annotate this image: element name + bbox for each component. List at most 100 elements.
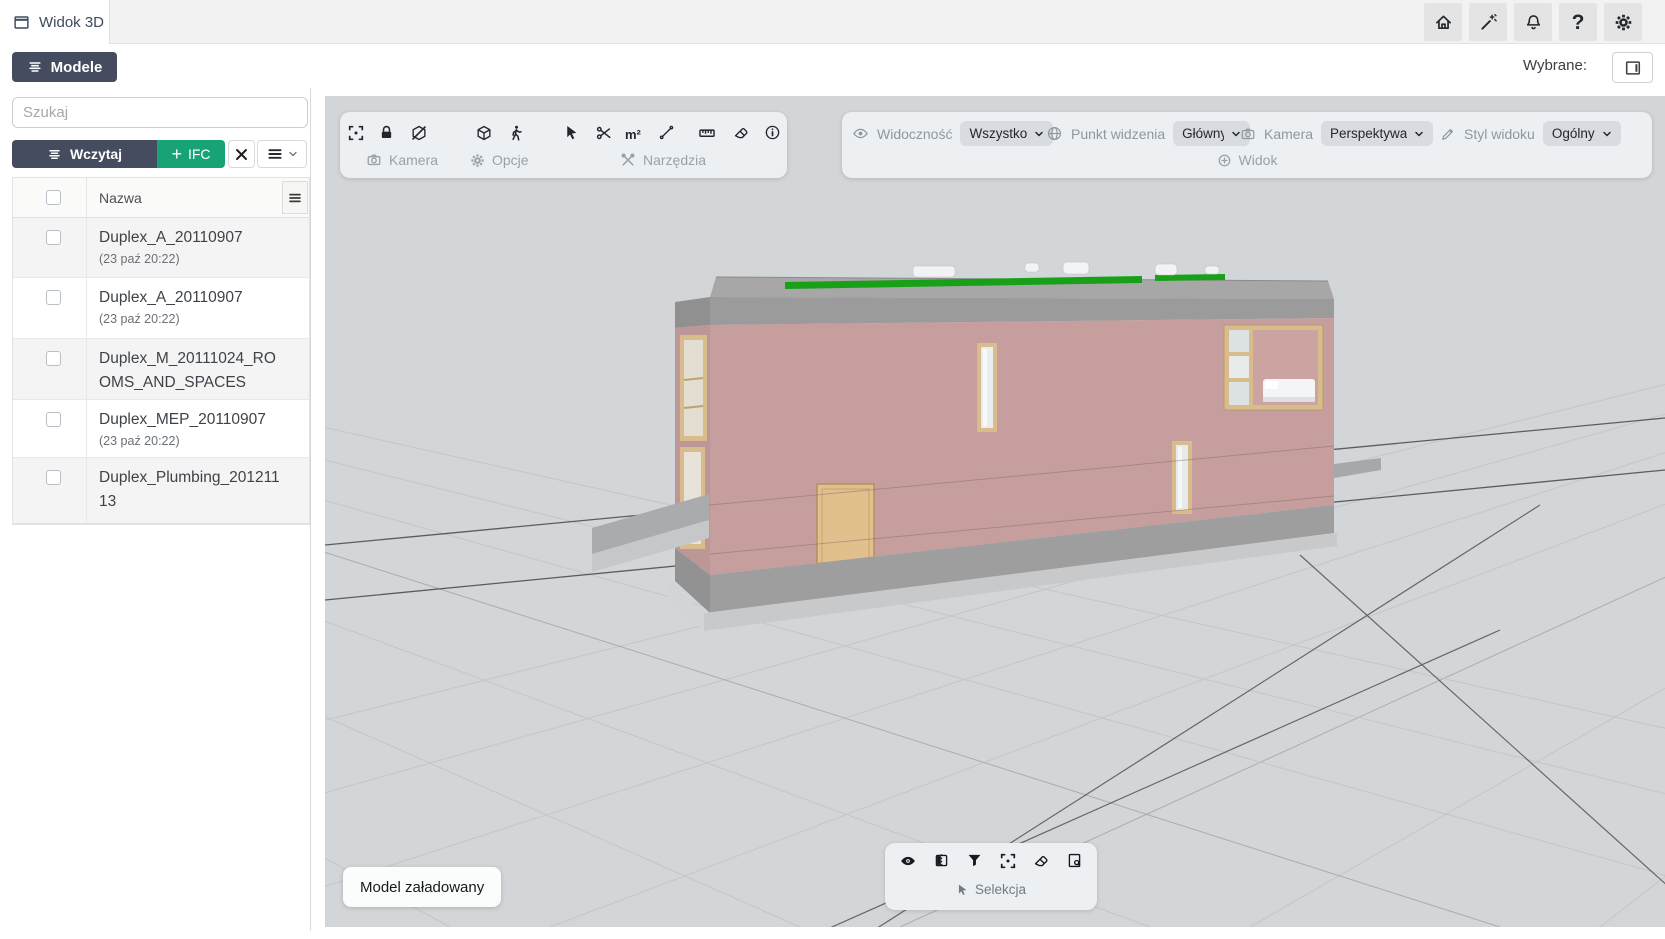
model-name: Duplex_MEP_20110907 bbox=[99, 408, 283, 432]
pen-icon bbox=[1440, 126, 1456, 142]
inspect-page-icon[interactable] bbox=[1066, 852, 1083, 870]
fit-view-icon[interactable] bbox=[347, 124, 365, 142]
view-style-group: Styl widoku Ogólny bbox=[1440, 121, 1621, 146]
table-row[interactable]: Duplex_A_20110907 (23 paź 20:22) bbox=[13, 218, 309, 278]
section-scissors-icon[interactable] bbox=[595, 124, 613, 142]
list-menu-button[interactable] bbox=[257, 140, 307, 168]
camera-menu[interactable]: Kamera bbox=[366, 152, 438, 168]
model-name: Duplex_A_20110907 bbox=[99, 226, 283, 250]
gear-icon bbox=[1614, 13, 1633, 32]
3d-viewport[interactable]: m² bbox=[325, 96, 1665, 927]
layers-icon bbox=[47, 147, 62, 162]
table-header: Nazwa bbox=[13, 178, 309, 218]
models-sidebar: Wczytaj + IFC bbox=[0, 88, 311, 930]
focus-selection-icon[interactable] bbox=[999, 852, 1017, 870]
bell-icon bbox=[1524, 13, 1543, 32]
area-measure-icon[interactable]: m² bbox=[625, 128, 641, 141]
walk-mode-icon[interactable] bbox=[507, 124, 525, 142]
camera-label: Kamera bbox=[1264, 126, 1313, 142]
section-box-icon[interactable] bbox=[933, 852, 950, 870]
eraser-icon[interactable] bbox=[1033, 852, 1050, 870]
camera-icon bbox=[1240, 126, 1256, 142]
tab-widok-3d[interactable]: Widok 3D bbox=[0, 0, 110, 44]
eraser-icon[interactable] bbox=[733, 124, 750, 141]
home-button[interactable] bbox=[1424, 3, 1462, 41]
magic-wand-icon bbox=[1479, 13, 1498, 32]
cursor-icon bbox=[956, 883, 969, 896]
add-ifc-button[interactable]: + IFC bbox=[157, 140, 225, 168]
load-button[interactable]: Wczytaj bbox=[12, 140, 157, 168]
help-icon: ? bbox=[1572, 12, 1585, 33]
model-date: (23 paź 20:22) bbox=[99, 434, 297, 448]
visibility-label: Widoczność bbox=[877, 126, 952, 142]
viewport-toolbar-bottom: Selekcja bbox=[885, 843, 1097, 910]
models-button[interactable]: Modele bbox=[12, 52, 117, 82]
distance-measure-icon[interactable] bbox=[658, 124, 675, 141]
tools-menu[interactable]: Narzędzia bbox=[620, 152, 706, 168]
table-row[interactable]: Duplex_M_20111024_ROOMS_AND_SPACES bbox=[13, 339, 309, 400]
info-icon[interactable] bbox=[764, 124, 781, 141]
ruler-icon[interactable] bbox=[698, 124, 716, 142]
panel-icon bbox=[1624, 59, 1642, 77]
tools-icon bbox=[620, 152, 636, 168]
3d-scene[interactable] bbox=[325, 96, 1665, 927]
viewpoint-select[interactable]: Główny bbox=[1173, 121, 1250, 146]
layers-icon bbox=[27, 59, 43, 75]
secondary-bar: Modele Wybrane: bbox=[0, 44, 1665, 88]
viewport-toolbar-right: Widoczność Wszystko Punkt widzenia Główn… bbox=[842, 112, 1652, 178]
viewport-toolbar-left: m² bbox=[340, 112, 787, 178]
magic-wand-button[interactable] bbox=[1469, 3, 1507, 41]
options-menu[interactable]: Opcje bbox=[470, 152, 529, 168]
select-cursor-icon[interactable] bbox=[563, 124, 580, 141]
plus-icon: + bbox=[171, 145, 182, 163]
camera-select[interactable]: Perspektywa bbox=[1321, 121, 1433, 146]
globe-icon bbox=[1046, 125, 1063, 142]
filter-icon[interactable] bbox=[966, 852, 983, 870]
models-table: Nazwa Duplex_A_20110907 (23 paź 20:22) D… bbox=[12, 177, 310, 525]
table-row[interactable]: Duplex_A_20110907 (23 paź 20:22) bbox=[13, 278, 309, 339]
notifications-button[interactable] bbox=[1514, 3, 1552, 41]
row-checkbox[interactable] bbox=[46, 290, 61, 305]
lock-icon[interactable] bbox=[378, 124, 395, 141]
clear-button[interactable] bbox=[228, 140, 255, 168]
model-name: Duplex_Plumbing_20121113 bbox=[99, 466, 283, 514]
model-date: (23 paź 20:22) bbox=[99, 252, 297, 266]
box-icon[interactable] bbox=[475, 124, 493, 142]
row-checkbox[interactable] bbox=[46, 230, 61, 245]
selection-mode[interactable]: Selekcja bbox=[885, 882, 1097, 897]
search-input[interactable] bbox=[12, 97, 308, 128]
tab-bar: Widok 3D ? bbox=[0, 0, 1665, 44]
model-name: Duplex_M_20111024_ROOMS_AND_SPACES bbox=[99, 347, 283, 395]
hide-box-icon[interactable] bbox=[410, 124, 428, 142]
column-menu-button[interactable] bbox=[282, 181, 308, 214]
row-checkbox[interactable] bbox=[46, 470, 61, 485]
row-checkbox[interactable] bbox=[46, 412, 61, 427]
gear-icon bbox=[470, 153, 485, 168]
visibility-toggle-icon[interactable] bbox=[899, 852, 917, 870]
globe-plus-icon bbox=[1217, 153, 1232, 168]
view-style-label: Styl widoku bbox=[1464, 126, 1535, 142]
model-name: Duplex_A_20110907 bbox=[99, 286, 283, 310]
view-style-select[interactable]: Ogólny bbox=[1543, 121, 1621, 146]
selected-window-button[interactable] bbox=[1612, 52, 1653, 83]
window-icon bbox=[13, 14, 30, 31]
settings-button[interactable] bbox=[1604, 3, 1642, 41]
viewpoint-label: Punkt widzenia bbox=[1071, 126, 1165, 142]
toast-message: Model załadowany bbox=[343, 867, 501, 907]
name-column-header: Nazwa bbox=[86, 178, 309, 217]
eye-icon bbox=[852, 125, 869, 142]
view-menu[interactable]: Widok bbox=[842, 152, 1652, 168]
tab-title: Widok 3D bbox=[39, 14, 104, 31]
viewpoint-group: Punkt widzenia Główny bbox=[1046, 121, 1250, 146]
row-checkbox[interactable] bbox=[46, 351, 61, 366]
table-row[interactable]: Duplex_Plumbing_20121113 bbox=[13, 458, 309, 524]
visibility-group: Widoczność Wszystko bbox=[852, 121, 1053, 146]
camera-group: Kamera Perspektywa bbox=[1240, 121, 1433, 146]
model-date: (23 paź 20:22) bbox=[99, 312, 297, 326]
hamburger-icon bbox=[267, 146, 283, 162]
selected-label: Wybrane: bbox=[1523, 57, 1587, 74]
table-row[interactable]: Duplex_MEP_20110907 (23 paź 20:22) bbox=[13, 400, 309, 458]
select-all-checkbox[interactable] bbox=[46, 190, 61, 205]
help-button[interactable]: ? bbox=[1559, 3, 1597, 41]
visibility-select[interactable]: Wszystko bbox=[960, 121, 1053, 146]
